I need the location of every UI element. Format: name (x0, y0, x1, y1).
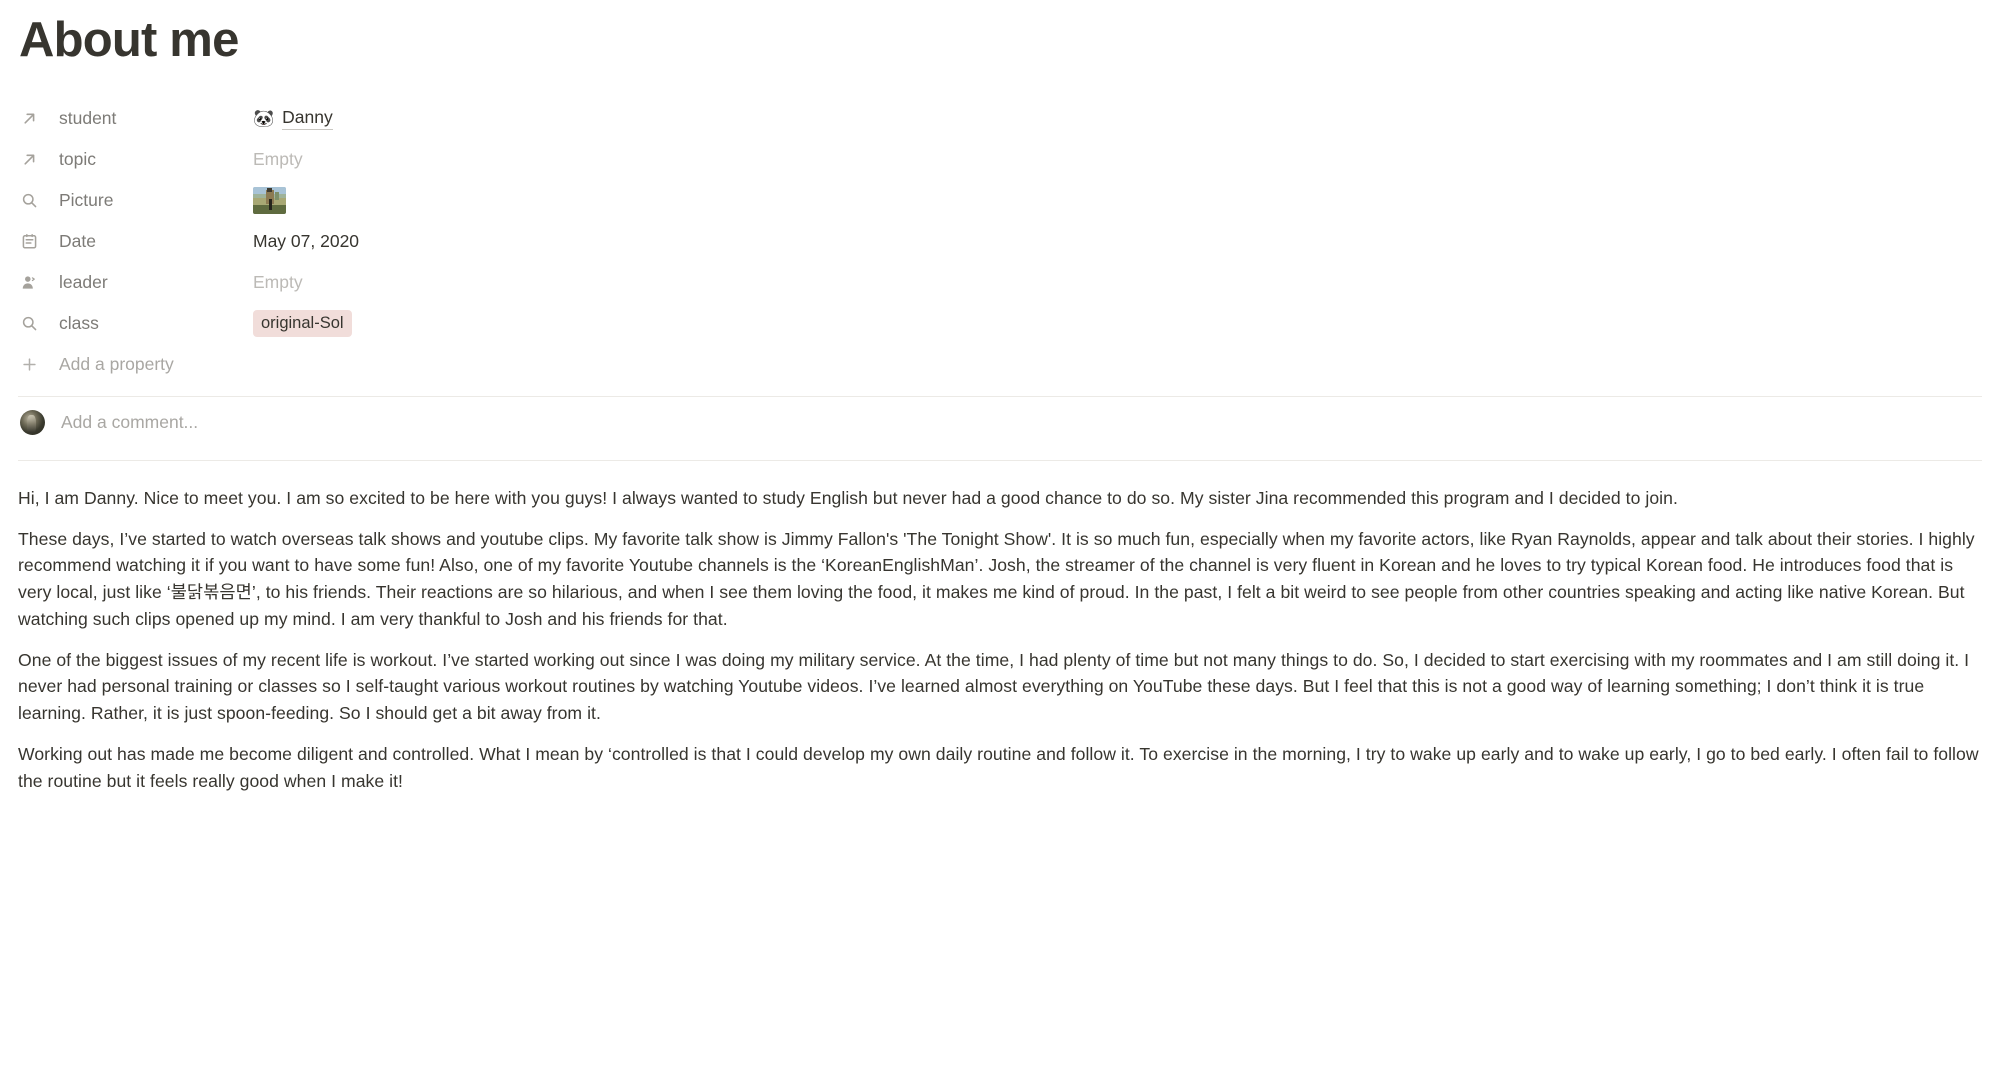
body-paragraph[interactable]: Hi, I am Danny. Nice to meet you. I am s… (18, 485, 1981, 512)
property-label-picture[interactable]: Picture (18, 189, 253, 211)
relation-chip[interactable]: 🐼 Danny (253, 107, 333, 130)
page-body: Hi, I am Danny. Nice to meet you. I am s… (18, 461, 1982, 794)
add-property-button[interactable]: Add a property (18, 344, 1982, 385)
property-row-leader[interactable]: leader Empty (18, 262, 1982, 303)
property-row-class[interactable]: class original-Sol (18, 303, 1982, 344)
calendar-icon (18, 230, 40, 252)
relation-link-label[interactable]: Danny (282, 107, 333, 130)
comment-input-row[interactable]: Add a comment... (18, 397, 1982, 449)
property-row-date[interactable]: Date May 07, 2020 (18, 221, 1982, 262)
property-row-picture[interactable]: Picture (18, 180, 1982, 221)
property-label-student[interactable]: student (18, 107, 253, 129)
property-label-leader[interactable]: leader (18, 271, 253, 293)
property-name: topic (59, 148, 96, 169)
property-name: Picture (59, 189, 114, 210)
property-value-class[interactable]: original-Sol (253, 309, 352, 337)
properties-list: student 🐼 Danny topic Empty Picture Date… (18, 98, 1982, 385)
comment-placeholder[interactable]: Add a comment... (61, 412, 198, 433)
property-label-date[interactable]: Date (18, 230, 253, 252)
property-value-topic[interactable]: Empty (253, 146, 303, 172)
property-value-date[interactable]: May 07, 2020 (253, 228, 359, 254)
property-label-topic[interactable]: topic (18, 148, 253, 170)
property-name: student (59, 107, 117, 128)
person-icon (18, 271, 40, 293)
relation-arrow-icon (18, 148, 40, 170)
property-label-class[interactable]: class (18, 312, 253, 334)
plus-icon (18, 353, 40, 375)
property-value-student[interactable]: 🐼 Danny (253, 105, 333, 131)
add-property-label: Add a property (59, 353, 174, 374)
relation-arrow-icon (18, 107, 40, 129)
property-row-topic[interactable]: topic Empty (18, 139, 1982, 180)
panda-icon: 🐼 (253, 108, 275, 128)
property-value-leader[interactable]: Empty (253, 269, 303, 295)
search-icon (18, 312, 40, 334)
page-container: About me student 🐼 Danny topic Empty Pic… (0, 13, 2000, 794)
status-badge[interactable]: original-Sol (253, 309, 352, 337)
picture-thumbnail[interactable] (253, 186, 286, 214)
property-value-picture[interactable] (253, 186, 286, 214)
body-paragraph[interactable]: These days, I’ve started to watch overse… (18, 526, 1981, 633)
page-title[interactable]: About me (18, 13, 1982, 68)
property-row-student[interactable]: student 🐼 Danny (18, 98, 1982, 139)
property-name: leader (59, 271, 108, 292)
body-paragraph[interactable]: One of the biggest issues of my recent l… (18, 647, 1981, 727)
search-icon (18, 189, 40, 211)
property-name: class (59, 312, 99, 333)
property-name: Date (59, 230, 96, 251)
avatar (20, 410, 45, 436)
body-paragraph[interactable]: Working out has made me become diligent … (18, 741, 1981, 794)
